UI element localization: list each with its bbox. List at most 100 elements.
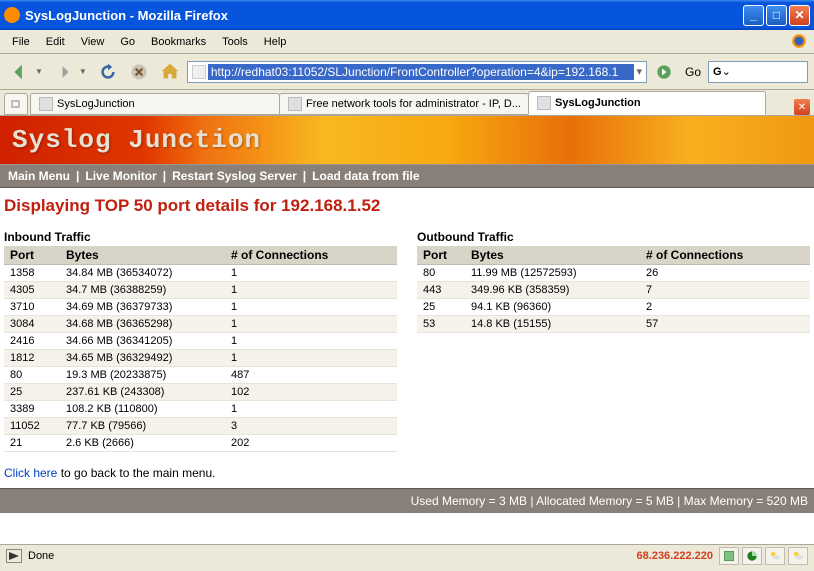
menu-view[interactable]: View bbox=[73, 33, 113, 51]
cell-conn: 57 bbox=[640, 316, 810, 333]
home-button[interactable] bbox=[156, 58, 184, 86]
status-bar: Done 68.236.222.220 bbox=[0, 544, 814, 567]
cell-bytes: 77.7 KB (79566) bbox=[60, 418, 225, 435]
tab-1[interactable]: SysLogJunction bbox=[30, 93, 280, 115]
table-row: 241634.66 MB (36341205)1 bbox=[4, 333, 397, 350]
url-dropdown-icon[interactable]: ▾ bbox=[634, 65, 644, 78]
nav-main-menu[interactable]: Main Menu bbox=[4, 169, 74, 183]
cell-port: 3710 bbox=[4, 299, 60, 316]
minimize-button[interactable]: _ bbox=[743, 5, 764, 26]
cell-conn: 1 bbox=[225, 299, 397, 316]
menu-go[interactable]: Go bbox=[112, 33, 143, 51]
col-bytes: Bytes bbox=[60, 246, 225, 265]
col-port: Port bbox=[4, 246, 60, 265]
status-ip: 68.236.222.220 bbox=[637, 550, 713, 562]
cell-bytes: 34.66 MB (36341205) bbox=[60, 333, 225, 350]
tab-3[interactable]: SysLogJunction bbox=[528, 91, 766, 115]
tab-2[interactable]: Free network tools for administrator - I… bbox=[279, 93, 529, 115]
table-row: 371034.69 MB (36379733)1 bbox=[4, 299, 397, 316]
tab-favicon-icon bbox=[537, 96, 551, 110]
nav-load-data[interactable]: Load data from file bbox=[308, 169, 423, 183]
app-header: Syslog Junction bbox=[0, 116, 814, 164]
search-cursor-icon: ⌄ bbox=[722, 65, 731, 78]
tab-label: Free network tools for administrator - I… bbox=[306, 98, 521, 110]
cell-port: 21 bbox=[4, 435, 60, 452]
cell-bytes: 108.2 KB (110800) bbox=[60, 401, 225, 418]
cell-bytes: 19.3 MB (20233875) bbox=[60, 367, 225, 384]
firefox-icon bbox=[4, 7, 20, 23]
menu-bookmarks[interactable]: Bookmarks bbox=[143, 33, 214, 51]
tab-favicon-icon bbox=[39, 97, 53, 111]
nav-separator: | bbox=[74, 169, 81, 183]
new-tab-button[interactable] bbox=[4, 93, 28, 115]
app-brand: Syslog Junction bbox=[12, 125, 261, 155]
cell-port: 4305 bbox=[4, 282, 60, 299]
status-weather-2-icon[interactable] bbox=[788, 547, 808, 565]
cell-port: 3389 bbox=[4, 401, 60, 418]
window-titlebar: SysLogJunction - Mozilla Firefox _ □ ✕ bbox=[0, 0, 814, 30]
reload-button[interactable] bbox=[94, 58, 122, 86]
cell-port: 80 bbox=[4, 367, 60, 384]
table-row: 2594.1 KB (96360)2 bbox=[417, 299, 810, 316]
outbound-table: Port Bytes # of Connections 8011.99 MB (… bbox=[417, 246, 810, 333]
status-widget-2[interactable] bbox=[742, 547, 762, 565]
cell-bytes: 2.6 KB (2666) bbox=[60, 435, 225, 452]
cell-bytes: 34.68 MB (36365298) bbox=[60, 316, 225, 333]
tab-close-button[interactable]: ✕ bbox=[794, 99, 810, 115]
tab-label: SysLogJunction bbox=[57, 98, 135, 110]
url-bar[interactable]: ▾ bbox=[187, 61, 647, 83]
url-input[interactable] bbox=[208, 64, 635, 80]
status-widget-1[interactable] bbox=[719, 547, 739, 565]
go-button[interactable] bbox=[650, 58, 678, 86]
table-row: 212.6 KB (2666)202 bbox=[4, 435, 397, 452]
nav-restart-server[interactable]: Restart Syslog Server bbox=[168, 169, 301, 183]
forward-dropdown-icon[interactable]: ▼ bbox=[79, 67, 87, 76]
app-nav: Main Menu | Live Monitor | Restart Syslo… bbox=[0, 164, 814, 188]
maximize-button[interactable]: □ bbox=[766, 5, 787, 26]
back-link[interactable]: Click here bbox=[4, 466, 57, 480]
page-favicon-icon bbox=[192, 65, 206, 79]
cell-port: 25 bbox=[4, 384, 60, 401]
cell-conn: 102 bbox=[225, 384, 397, 401]
cell-bytes: 34.69 MB (36379733) bbox=[60, 299, 225, 316]
cell-conn: 3 bbox=[225, 418, 397, 435]
activity-throbber-icon bbox=[790, 32, 810, 52]
cell-conn: 2 bbox=[640, 299, 810, 316]
cell-bytes: 34.65 MB (36329492) bbox=[60, 350, 225, 367]
cell-bytes: 34.84 MB (36534072) bbox=[60, 265, 225, 282]
search-engine-icon: G bbox=[713, 66, 722, 78]
stop-button[interactable] bbox=[125, 58, 153, 86]
cell-bytes: 11.99 MB (12572593) bbox=[465, 265, 640, 282]
search-input[interactable]: G⌄ bbox=[708, 61, 808, 83]
back-dropdown-icon[interactable]: ▼ bbox=[35, 67, 43, 76]
cell-conn: 487 bbox=[225, 367, 397, 384]
back-button[interactable] bbox=[6, 58, 34, 86]
cell-port: 2416 bbox=[4, 333, 60, 350]
col-connections: # of Connections bbox=[640, 246, 810, 265]
menu-file[interactable]: File bbox=[4, 33, 38, 51]
cell-bytes: 34.7 MB (36388259) bbox=[60, 282, 225, 299]
col-connections: # of Connections bbox=[225, 246, 397, 265]
menu-bar: File Edit View Go Bookmarks Tools Help bbox=[0, 30, 814, 54]
forward-button[interactable] bbox=[50, 58, 78, 86]
col-port: Port bbox=[417, 246, 465, 265]
status-mode-icon[interactable] bbox=[6, 549, 22, 563]
cell-conn: 7 bbox=[640, 282, 810, 299]
inbound-table: Port Bytes # of Connections 135834.84 MB… bbox=[4, 246, 397, 452]
nav-live-monitor[interactable]: Live Monitor bbox=[81, 169, 160, 183]
back-text: to go back to the main menu. bbox=[57, 466, 215, 480]
tab-label: SysLogJunction bbox=[555, 97, 641, 109]
table-row: 308434.68 MB (36365298)1 bbox=[4, 316, 397, 333]
close-button[interactable]: ✕ bbox=[789, 5, 810, 26]
table-row: 5314.8 KB (15155)57 bbox=[417, 316, 810, 333]
menu-help[interactable]: Help bbox=[256, 33, 295, 51]
menu-edit[interactable]: Edit bbox=[38, 33, 73, 51]
page-heading: Displaying TOP 50 port details for 192.1… bbox=[4, 196, 810, 216]
menu-tools[interactable]: Tools bbox=[214, 33, 256, 51]
cell-conn: 1 bbox=[225, 350, 397, 367]
table-row: 3389108.2 KB (110800)1 bbox=[4, 401, 397, 418]
status-weather-1-icon[interactable] bbox=[765, 547, 785, 565]
tab-bar: SysLogJunction Free network tools for ad… bbox=[0, 90, 814, 116]
table-row: 430534.7 MB (36388259)1 bbox=[4, 282, 397, 299]
table-row: 443349.96 KB (358359)7 bbox=[417, 282, 810, 299]
